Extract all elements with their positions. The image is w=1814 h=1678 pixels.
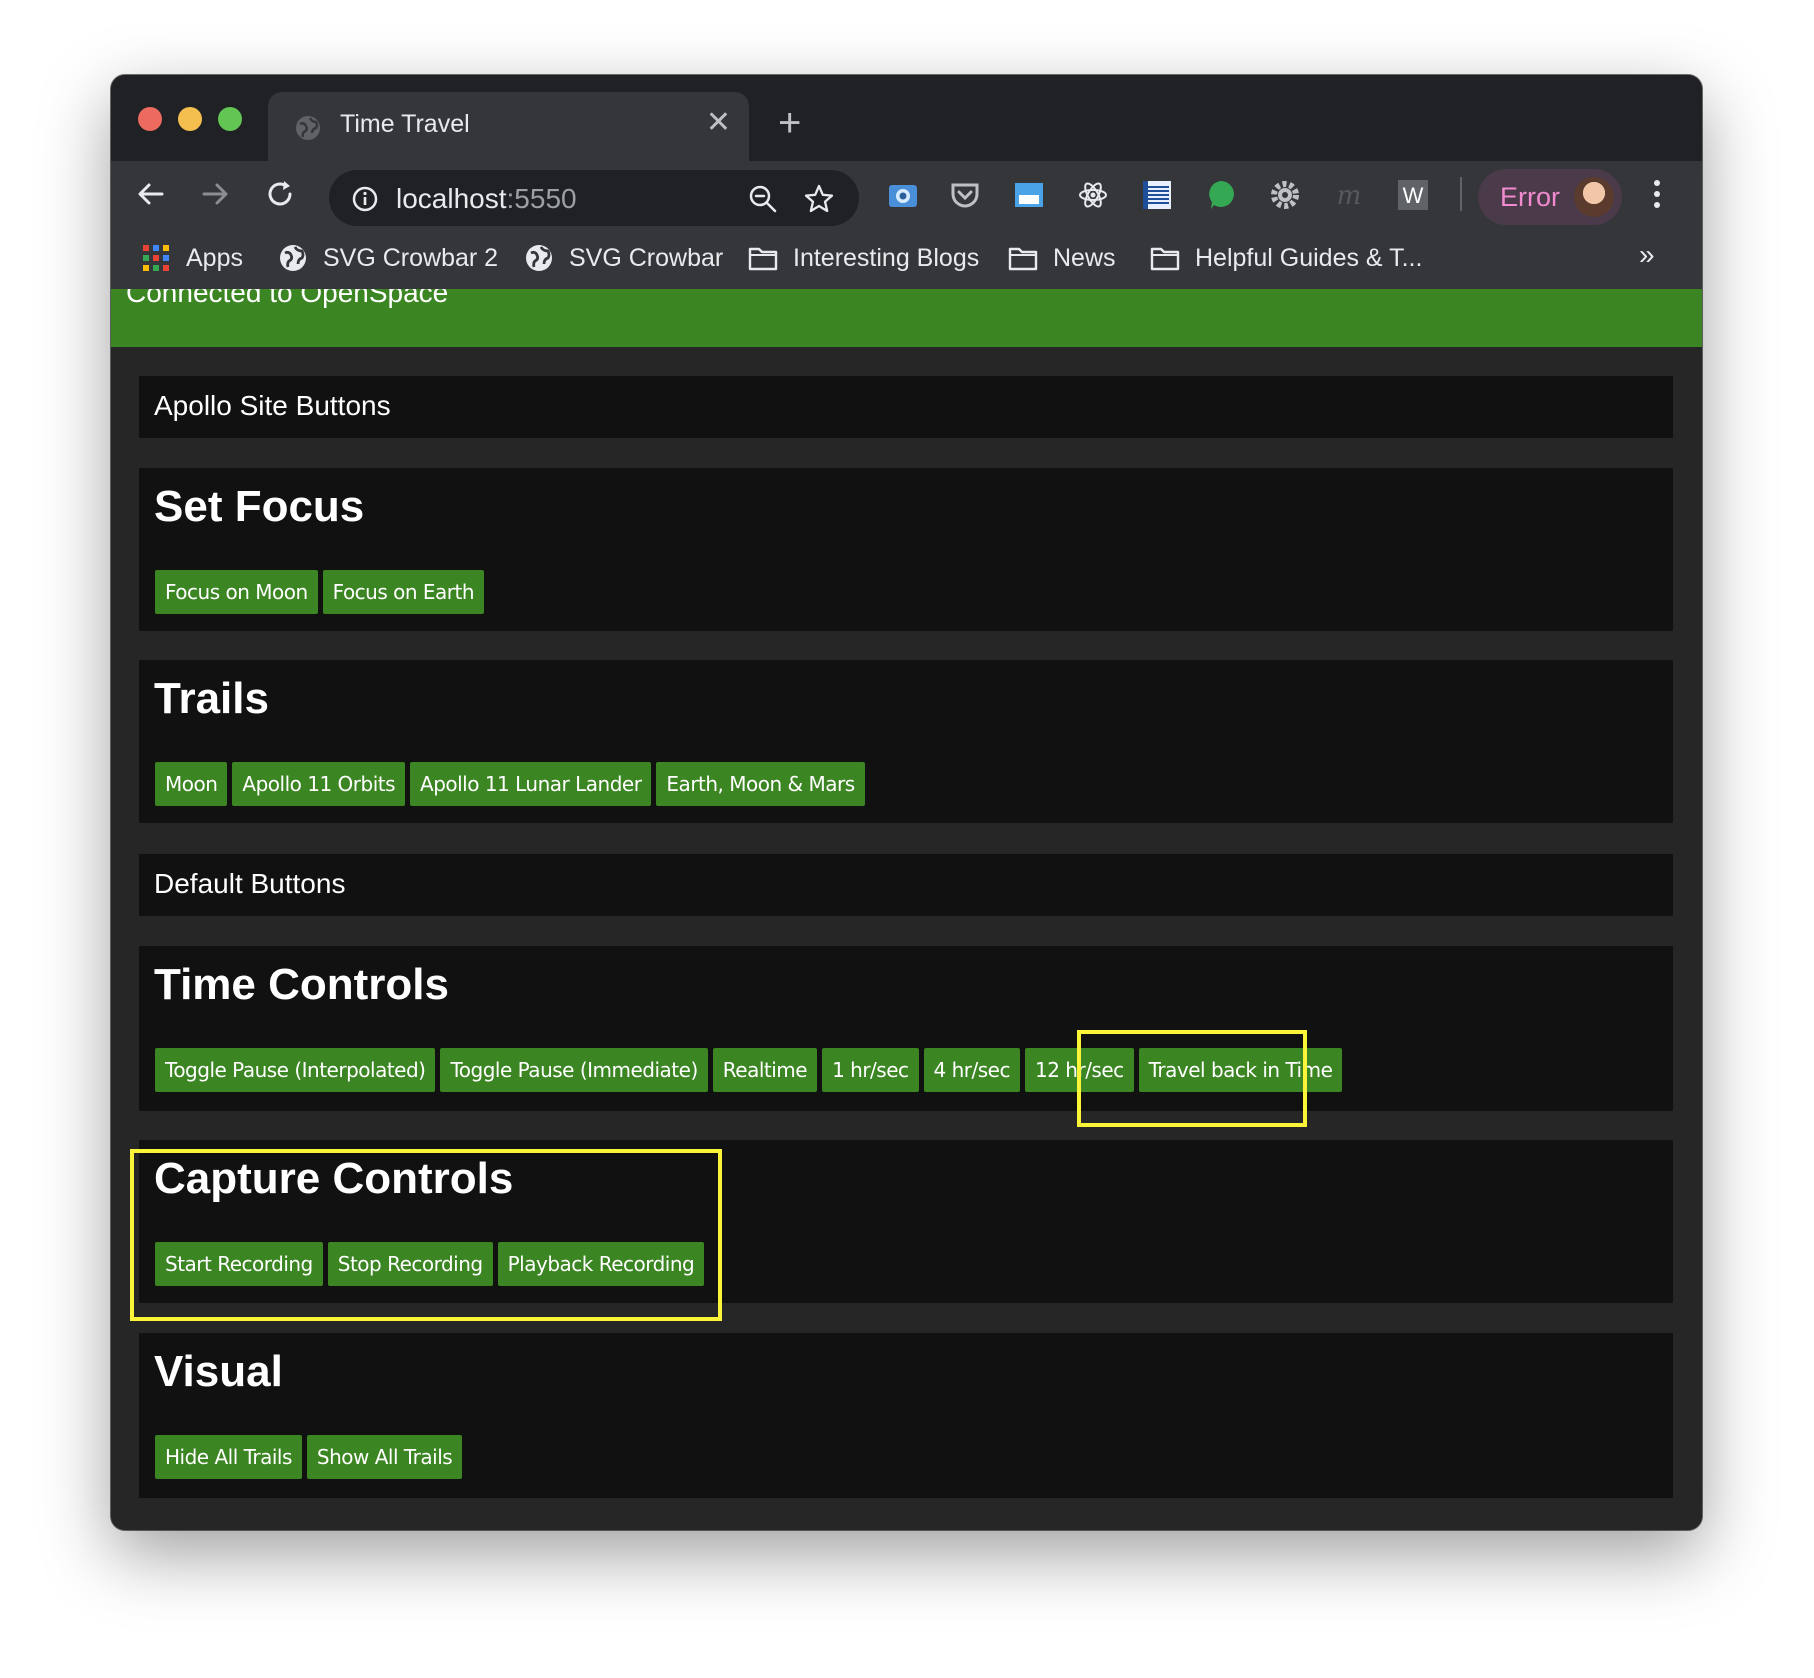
tab-title: Time Travel — [340, 110, 470, 138]
focus-on-earth-button[interactable]: Focus on Earth — [322, 570, 485, 614]
highlight-box-capture-controls — [130, 1149, 722, 1321]
tab-time-travel[interactable]: Time Travel ✕ — [268, 92, 749, 161]
group-label-apollo-site-buttons: Apollo Site Buttons — [139, 376, 1673, 438]
hide-all-trails-button[interactable]: Hide All Trails — [155, 1435, 302, 1479]
m-extension-letter: m — [1337, 181, 1362, 211]
browser-window: Time Travel ✕ + localhost:5550 m W Error… — [111, 75, 1702, 1530]
bookmark-folder-news[interactable]: News — [1008, 241, 1116, 275]
globe-icon — [296, 116, 320, 140]
gear-extension-icon[interactable] — [1269, 179, 1301, 211]
url-text[interactable]: localhost:5550 — [396, 183, 577, 215]
focus-on-moon-button[interactable]: Focus on Moon — [155, 570, 318, 614]
panel-time-controls: Time Controls Toggle Pause (Interpolated… — [139, 946, 1673, 1111]
connection-status-text: Connected to OpenSpace — [126, 289, 449, 308]
m-extension-icon[interactable]: m — [1333, 179, 1365, 211]
page-content: Connected to OpenSpace Apollo Site Butto… — [111, 289, 1702, 1530]
bookmark-folder-interesting-blogs[interactable]: Interesting Blogs — [748, 241, 979, 275]
maximize-window-button[interactable] — [218, 107, 242, 131]
info-icon[interactable] — [351, 185, 379, 213]
camera-extension-icon[interactable] — [887, 179, 919, 211]
w-extension-letter: W — [1403, 183, 1424, 208]
panel-title: Time Controls — [154, 960, 450, 1009]
chat-bubble-icon[interactable] — [1205, 179, 1237, 211]
bookmark-label: SVG Crowbar — [569, 243, 724, 272]
reload-icon[interactable] — [263, 177, 297, 211]
realtime-button[interactable]: Realtime — [712, 1048, 818, 1092]
back-arrow-icon[interactable] — [134, 177, 168, 211]
close-tab-icon[interactable]: ✕ — [706, 108, 731, 138]
bookmark-apps[interactable]: Apps — [141, 241, 243, 275]
forward-arrow-icon[interactable] — [198, 177, 232, 211]
bookmark-label: SVG Crowbar 2 — [323, 243, 499, 272]
pocket-icon[interactable] — [949, 179, 981, 211]
close-window-button[interactable] — [138, 107, 162, 131]
globe-icon — [526, 245, 552, 271]
panel-trails: Trails Moon Apollo 11 Orbits Apollo 11 L… — [139, 660, 1673, 823]
minimize-window-button[interactable] — [178, 107, 202, 131]
panel-visual: Visual Hide All Trails Show All Trails — [139, 1333, 1673, 1498]
avatar — [1574, 177, 1614, 217]
bookmark-label: Interesting Blogs — [793, 243, 980, 272]
url-port: :5550 — [506, 183, 577, 214]
bookmark-folder-helpful-guides[interactable]: Helpful Guides & T... — [1150, 241, 1422, 275]
trail-moon-button[interactable]: Moon — [155, 762, 228, 806]
browser-toolbar: localhost:5550 m W Error — [111, 161, 1702, 227]
folder-icon — [748, 247, 778, 271]
profile-button[interactable]: Error — [1478, 169, 1622, 225]
panel-set-focus: Set Focus Focus on Moon Focus on Earth — [139, 468, 1673, 631]
show-all-trails-button[interactable]: Show All Trails — [306, 1435, 463, 1479]
button-row: Focus on Moon Focus on Earth — [155, 570, 485, 614]
trail-apollo-11-lunar-lander-button[interactable]: Apollo 11 Lunar Lander — [410, 762, 652, 806]
trail-apollo-11-orbits-button[interactable]: Apollo 11 Orbits — [232, 762, 406, 806]
globe-icon — [280, 245, 306, 271]
kebab-menu-icon[interactable] — [1651, 177, 1663, 211]
button-row: Hide All Trails Show All Trails — [155, 1435, 463, 1479]
url-host: localhost — [396, 183, 507, 214]
profile-error-label: Error — [1500, 182, 1560, 212]
window-extension-icon[interactable] — [1013, 179, 1045, 211]
panel-title: Set Focus — [154, 482, 365, 531]
apps-grid-icon — [143, 245, 169, 271]
zoom-out-icon[interactable] — [747, 183, 779, 215]
trail-earth-moon-mars-button[interactable]: Earth, Moon & Mars — [656, 762, 865, 806]
toolbar-divider — [1460, 177, 1462, 211]
address-bar[interactable]: localhost:5550 — [329, 170, 859, 226]
bookmarks-overflow-chevron-icon[interactable]: » — [1639, 239, 1655, 271]
panel-title: Trails — [154, 674, 269, 723]
toggle-pause-interpolated-button[interactable]: Toggle Pause (Interpolated) — [155, 1048, 436, 1092]
group-label-text: Default Buttons — [154, 868, 346, 899]
bookmark-label: Apps — [186, 243, 243, 272]
folder-icon — [1150, 247, 1180, 271]
connection-banner: Connected to OpenSpace — [111, 289, 1702, 347]
tab-strip: Time Travel ✕ + — [111, 75, 1702, 161]
bookmarks-bar: Apps SVG Crowbar 2 SVG Crowbar Interesti… — [111, 227, 1702, 289]
toggle-pause-immediate-button[interactable]: Toggle Pause (Immediate) — [440, 1048, 708, 1092]
button-row: Moon Apollo 11 Orbits Apollo 11 Lunar La… — [155, 762, 865, 806]
new-tab-button[interactable]: + — [778, 103, 801, 143]
wave-extension-icon[interactable] — [1141, 179, 1173, 211]
bookmark-star-icon[interactable] — [803, 183, 835, 215]
speed-1-hr-sec-button[interactable]: 1 hr/sec — [822, 1048, 919, 1092]
speed-4-hr-sec-button[interactable]: 4 hr/sec — [923, 1048, 1020, 1092]
react-devtools-icon[interactable] — [1077, 179, 1109, 211]
group-label-text: Apollo Site Buttons — [154, 390, 391, 421]
bookmark-label: Helpful Guides & T... — [1195, 243, 1423, 272]
folder-icon — [1008, 247, 1038, 271]
highlight-box-travel-back-in-time — [1077, 1030, 1307, 1127]
group-label-default-buttons: Default Buttons — [139, 854, 1673, 916]
w-extension-icon[interactable]: W — [1397, 179, 1429, 211]
bookmark-svg-crowbar-2[interactable]: SVG Crowbar 2 — [278, 241, 498, 275]
bookmark-svg-crowbar[interactable]: SVG Crowbar — [524, 241, 723, 275]
panel-title: Visual — [154, 1347, 283, 1396]
bookmark-label: News — [1053, 243, 1116, 272]
